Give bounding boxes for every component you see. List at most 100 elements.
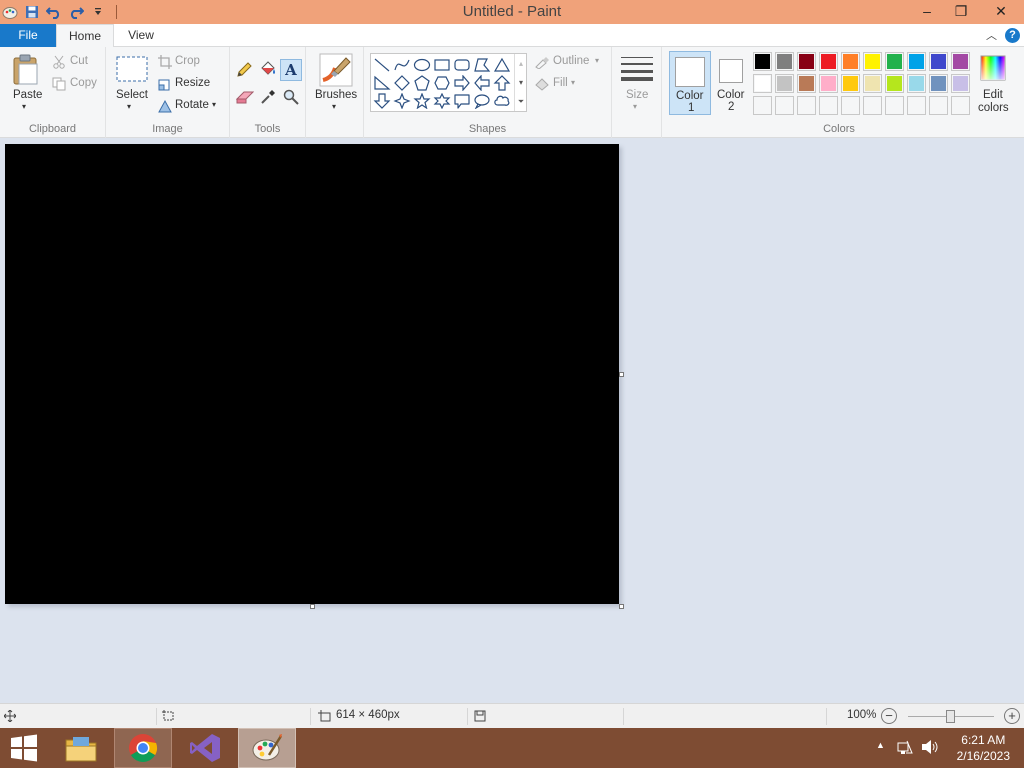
shapes-more-icon[interactable]: ⏷ <box>515 92 527 111</box>
palette-swatch[interactable] <box>775 74 794 93</box>
color-picker-icon[interactable] <box>260 89 276 108</box>
help-icon[interactable]: ? <box>1005 27 1020 43</box>
palette-empty-slot[interactable] <box>863 96 882 115</box>
up-arrow-shape-icon[interactable] <box>493 75 511 91</box>
paste-icon[interactable] <box>11 54 41 89</box>
crop-button[interactable]: Crop <box>175 55 200 67</box>
palette-empty-slot[interactable] <box>951 96 970 115</box>
system-clock[interactable]: 6:21 AM 2/16/2023 <box>957 732 1010 764</box>
outline-dropdown-icon[interactable]: ▾ <box>595 56 599 65</box>
cloud-callout-shape-icon[interactable] <box>493 93 511 109</box>
down-arrow-shape-icon[interactable] <box>373 93 391 109</box>
palette-swatch[interactable] <box>885 52 904 71</box>
palette-swatch[interactable] <box>797 52 816 71</box>
palette-empty-slot[interactable] <box>753 96 772 115</box>
show-hidden-icons-icon[interactable]: ▲ <box>876 740 885 750</box>
select-icon[interactable] <box>116 56 148 85</box>
resize-handle-right[interactable] <box>619 372 624 377</box>
palette-swatch[interactable] <box>753 52 772 71</box>
palette-swatch[interactable] <box>819 74 838 93</box>
rectangular-callout-shape-icon[interactable] <box>453 93 471 109</box>
rotate-dropdown-icon[interactable]: ▾ <box>212 100 216 109</box>
cut-button[interactable]: Cut <box>70 55 88 67</box>
edit-colors-label-2[interactable]: colors <box>978 102 1009 114</box>
palette-swatch[interactable] <box>929 74 948 93</box>
tab-file[interactable]: File <box>0 24 56 47</box>
palette-swatch[interactable] <box>841 74 860 93</box>
curve-shape-icon[interactable] <box>393 57 411 73</box>
palette-swatch[interactable] <box>951 52 970 71</box>
tab-home[interactable]: Home <box>56 24 114 48</box>
brushes-button[interactable]: Brushes <box>315 89 357 101</box>
line-shape-icon[interactable] <box>373 57 391 73</box>
taskbar-paint[interactable] <box>238 728 296 768</box>
brushes-dropdown-icon[interactable]: ▾ <box>332 102 336 111</box>
five-point-star-shape-icon[interactable] <box>413 93 431 109</box>
minimize-button[interactable]: – <box>910 0 944 22</box>
shapes-scroll-down-icon[interactable]: ▾ <box>515 73 527 92</box>
resize-handle-bottom[interactable] <box>310 604 315 609</box>
hexagon-shape-icon[interactable] <box>433 75 451 91</box>
diamond-shape-icon[interactable] <box>393 75 411 91</box>
palette-swatch[interactable] <box>907 52 926 71</box>
fill-dropdown-icon[interactable]: ▾ <box>571 78 575 87</box>
palette-swatch[interactable] <box>775 52 794 71</box>
palette-swatch[interactable] <box>797 74 816 93</box>
palette-empty-slot[interactable] <box>775 96 794 115</box>
edit-colors-icon[interactable] <box>980 55 1006 84</box>
restore-button[interactable]: ❐ <box>944 0 978 22</box>
pencil-icon[interactable] <box>236 62 252 81</box>
triangle-shape-icon[interactable] <box>493 57 511 73</box>
size-button[interactable]: Size <box>626 89 648 101</box>
brushes-icon[interactable] <box>319 53 353 90</box>
palette-swatch[interactable] <box>885 74 904 93</box>
size-icon[interactable] <box>621 56 653 85</box>
outline-button[interactable]: Outline <box>553 55 589 67</box>
palette-empty-slot[interactable] <box>797 96 816 115</box>
fill-button[interactable]: Fill <box>553 77 568 89</box>
resize-button[interactable]: Resize <box>175 77 210 89</box>
collapse-ribbon-icon[interactable]: ︿ <box>986 27 997 43</box>
palette-swatch[interactable] <box>819 52 838 71</box>
taskbar-chrome[interactable] <box>114 728 172 768</box>
palette-swatch[interactable] <box>863 74 882 93</box>
taskbar-file-explorer[interactable] <box>52 728 110 768</box>
edit-colors-label[interactable]: Edit <box>983 89 1003 101</box>
rounded-rectangle-shape-icon[interactable] <box>453 57 471 73</box>
pentagon-shape-icon[interactable] <box>413 75 431 91</box>
zoom-slider-thumb[interactable] <box>946 710 955 723</box>
oval-callout-shape-icon[interactable] <box>473 93 491 109</box>
paste-button[interactable]: Paste <box>13 89 42 101</box>
eraser-icon[interactable] <box>235 90 255 107</box>
shapes-scroll-up-icon[interactable]: ▴ <box>515 54 527 73</box>
drawing-canvas[interactable] <box>5 144 619 604</box>
taskbar-visual-studio[interactable] <box>176 728 234 768</box>
zoom-out-button[interactable]: − <box>881 708 897 724</box>
palette-swatch[interactable] <box>841 52 860 71</box>
tab-view[interactable]: View <box>114 24 168 48</box>
fill-bucket-icon[interactable] <box>259 61 277 81</box>
volume-icon[interactable] <box>921 739 939 758</box>
color1-button[interactable]: Color 1 <box>669 51 711 115</box>
palette-empty-slot[interactable] <box>929 96 948 115</box>
color2-button[interactable]: Color 2 <box>711 51 753 115</box>
zoom-in-button[interactable]: + <box>1004 708 1020 724</box>
palette-swatch[interactable] <box>951 74 970 93</box>
palette-empty-slot[interactable] <box>819 96 838 115</box>
network-icon[interactable] <box>897 739 913 758</box>
copy-button[interactable]: Copy <box>70 77 97 89</box>
resize-handle-corner[interactable] <box>619 604 624 609</box>
palette-swatch[interactable] <box>863 52 882 71</box>
four-point-star-shape-icon[interactable] <box>393 93 411 109</box>
palette-swatch[interactable] <box>929 52 948 71</box>
polygon-shape-icon[interactable] <box>473 57 491 73</box>
palette-empty-slot[interactable] <box>907 96 926 115</box>
left-arrow-shape-icon[interactable] <box>473 75 491 91</box>
paste-dropdown-icon[interactable]: ▾ <box>22 102 26 111</box>
text-tool-icon[interactable]: A <box>280 59 302 81</box>
select-button[interactable]: Select <box>116 89 148 101</box>
right-triangle-shape-icon[interactable] <box>373 75 391 91</box>
palette-empty-slot[interactable] <box>841 96 860 115</box>
right-arrow-shape-icon[interactable] <box>453 75 471 91</box>
close-button[interactable]: ✕ <box>978 0 1024 22</box>
